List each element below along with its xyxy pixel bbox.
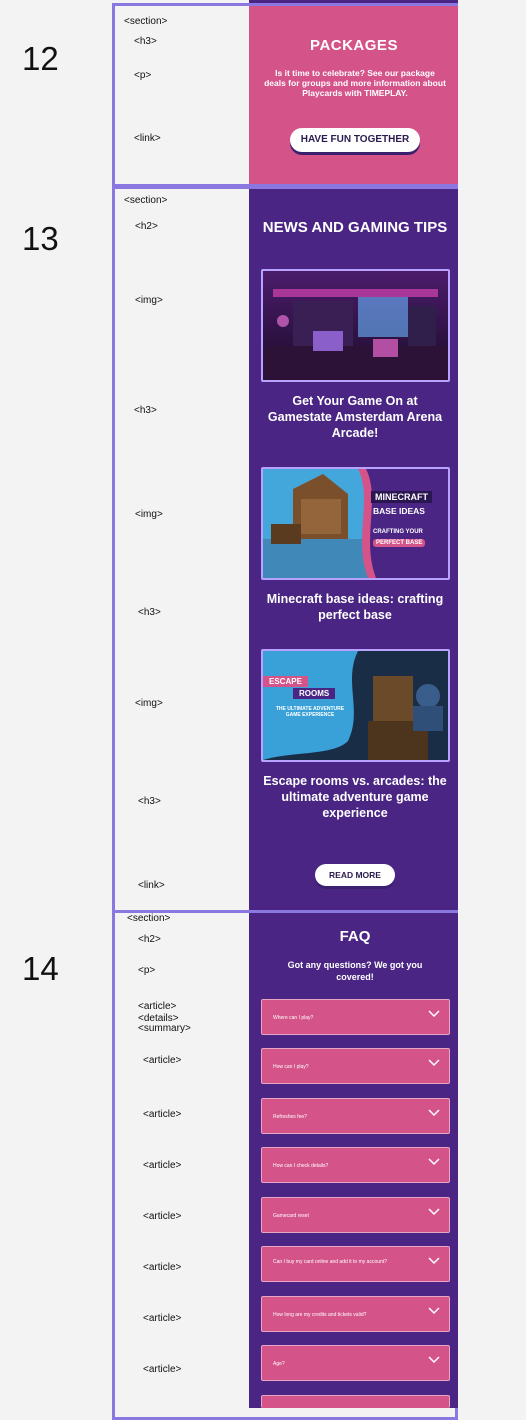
packages-text: Is it time to celebrate? See our package…: [264, 68, 446, 98]
faq-question: Where can I play?: [273, 1015, 314, 1021]
tag-section: <section>: [127, 913, 171, 924]
faq-item[interactable]: How long are my credits and tickets vali…: [261, 1296, 450, 1332]
faq-item[interactable]: How can I check details?: [261, 1147, 450, 1183]
escape-overlay-line-3: THE ULTIMATE ADVENTURE GAME EXPERIENCE: [275, 706, 345, 718]
section-number-14: 14: [22, 950, 59, 987]
minecraft-overlay-line-4: PERFECT BASE: [373, 539, 426, 547]
faq-item[interactable]: How can I play?: [261, 1048, 450, 1084]
chevron-down-icon[interactable]: [427, 1156, 441, 1166]
tag-img: <img>: [135, 698, 163, 709]
arcade-illustration: [263, 271, 448, 380]
faq-question: Refreshes fee?: [273, 1114, 307, 1120]
tag-section: <section>: [124, 195, 168, 206]
news-title: NEWS AND GAMING TIPS: [262, 219, 448, 236]
faq-question: Gamecard reset: [273, 1213, 309, 1219]
chevron-down-icon[interactable]: [427, 1107, 441, 1117]
tag-h3: <h3>: [138, 796, 161, 807]
minecraft-overlay-line-3: CRAFTING YOUR: [373, 529, 423, 535]
faq-question: How can I check details?: [273, 1163, 329, 1169]
read-more-button[interactable]: READ MORE: [315, 864, 395, 886]
have-fun-together-button[interactable]: HAVE FUN TOGETHER: [290, 128, 420, 152]
faq-item-partial[interactable]: [261, 1395, 450, 1408]
faq-item[interactable]: Gamecard reset: [261, 1197, 450, 1233]
faq-item[interactable]: Can I buy my card online and add it to m…: [261, 1246, 450, 1282]
tag-img: <img>: [135, 295, 163, 306]
chevron-down-icon[interactable]: [427, 1057, 441, 1067]
faq-subtitle: Got any questions? We got you covered!: [287, 960, 423, 982]
tag-link: <link>: [138, 880, 165, 891]
faq-question: How can I play?: [273, 1064, 309, 1070]
tag-article: <article>: [143, 1055, 182, 1066]
faq-title: FAQ: [339, 928, 371, 945]
faq-question: Can I buy my card online and add it to m…: [273, 1259, 387, 1265]
faq-item[interactable]: Age?: [261, 1345, 450, 1381]
tag-article: <article>: [143, 1160, 182, 1171]
tag-p: <p>: [134, 70, 152, 81]
escape-room-photo[interactable]: ESCAPE ROOMS THE ULTIMATE ADVENTURE GAME…: [261, 649, 450, 762]
section-14-tag-column: [115, 913, 249, 1408]
escape-overlay-line-1: ESCAPE: [263, 676, 308, 687]
section-number-13: 13: [22, 220, 59, 257]
tag-article: <article>: [143, 1109, 182, 1120]
escape-overlay-line-2: ROOMS: [293, 688, 336, 699]
minecraft-illustration: [263, 469, 448, 578]
arcade-photo[interactable]: [261, 269, 450, 382]
minecraft-photo[interactable]: MINECRAFT BASE IDEAS CRAFTING YOUR PERFE…: [261, 467, 450, 580]
tag-section: <section>: [124, 16, 168, 27]
tag-article: <article>: [143, 1364, 182, 1375]
tag-article: <article>: [143, 1313, 182, 1324]
packages-title: PACKAGES: [310, 37, 398, 54]
chevron-down-icon[interactable]: [427, 1206, 441, 1216]
tag-img: <img>: [135, 509, 163, 520]
tag-h2: <h2>: [135, 221, 158, 232]
tag-article: <article>: [143, 1211, 182, 1222]
minecraft-overlay-line-2: BASE IDEAS: [373, 506, 425, 516]
tag-h3: <h3>: [134, 405, 157, 416]
faq-item[interactable]: Refreshes fee?: [261, 1098, 450, 1134]
minecraft-overlay-line-1: MINECRAFT: [371, 491, 432, 503]
chevron-down-icon[interactable]: [427, 1008, 441, 1018]
tag-h2: <h2>: [138, 934, 161, 945]
faq-item[interactable]: Where can I play?: [261, 999, 450, 1035]
tag-h3: <h3>: [134, 36, 157, 47]
article-3-title[interactable]: Escape rooms vs. arcades: the ultimate a…: [262, 773, 448, 821]
faq-question: How long are my credits and tickets vali…: [273, 1312, 367, 1318]
faq-question: Age?: [273, 1361, 285, 1367]
section-number-12: 12: [22, 40, 59, 77]
tag-summary: <summary>: [138, 1023, 191, 1034]
article-1-title[interactable]: Get Your Game On at Gamestate Amsterdam …: [262, 393, 448, 441]
tag-link: <link>: [134, 133, 161, 144]
article-2-title[interactable]: Minecraft base ideas: crafting perfect b…: [262, 591, 448, 623]
chevron-down-icon[interactable]: [427, 1305, 441, 1315]
tag-h3: <h3>: [138, 607, 161, 618]
chevron-down-icon[interactable]: [427, 1255, 441, 1265]
tag-article: <article>: [138, 1001, 177, 1012]
tag-p: <p>: [138, 965, 156, 976]
tag-article: <article>: [143, 1262, 182, 1273]
section-12-tag-column: [115, 6, 249, 184]
chevron-down-icon[interactable]: [427, 1354, 441, 1364]
